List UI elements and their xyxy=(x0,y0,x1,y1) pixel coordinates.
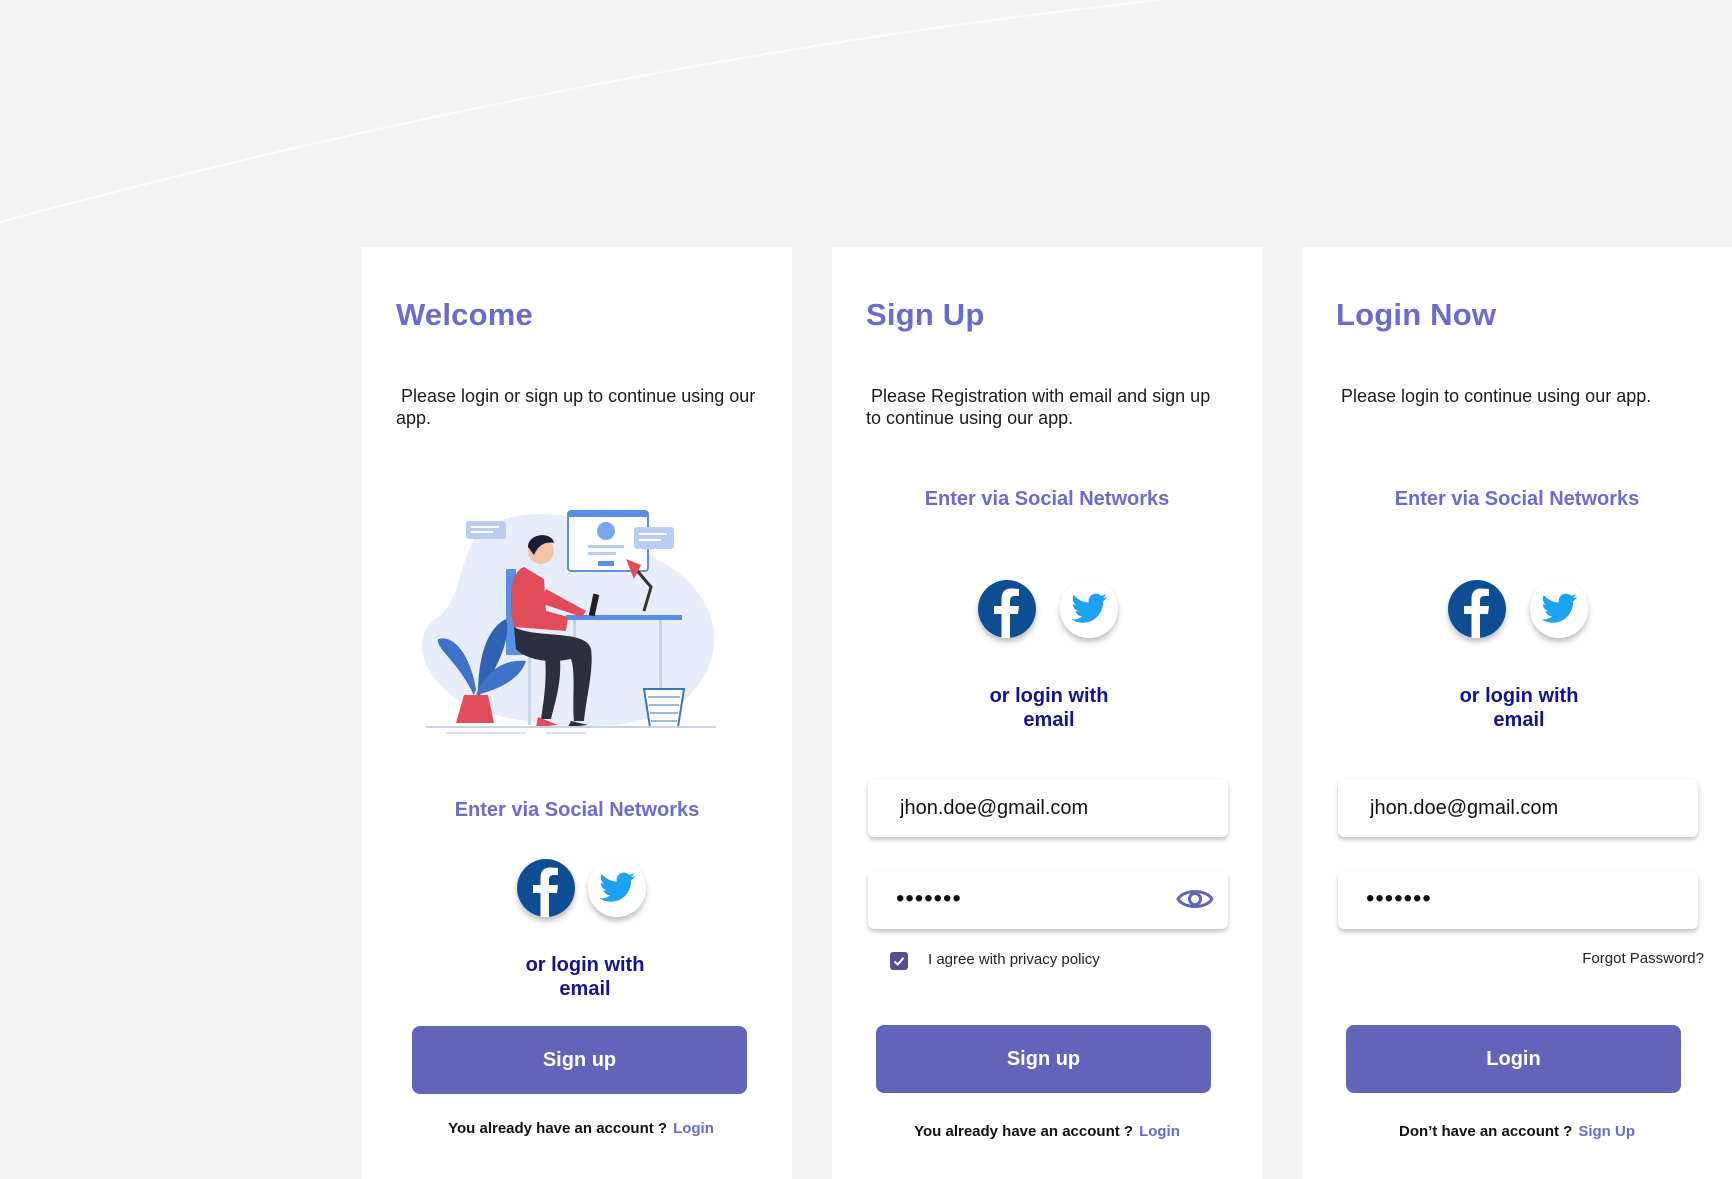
login-link[interactable]: Login xyxy=(1139,1123,1180,1140)
twitter-login-button[interactable] xyxy=(1060,580,1118,638)
eye-icon[interactable] xyxy=(1176,883,1214,915)
or-login-with-email: or login with email xyxy=(362,953,792,1001)
facebook-login-button[interactable] xyxy=(978,580,1036,638)
login-screen: Login Now Please login to continue using… xyxy=(1302,247,1732,1179)
page-title: Sign Up xyxy=(866,297,985,332)
or-login-with-email: or login with email xyxy=(1302,684,1732,732)
facebook-icon xyxy=(1448,580,1506,638)
privacy-checkbox[interactable] xyxy=(890,952,908,970)
background-decoration xyxy=(0,0,1161,223)
email-field[interactable] xyxy=(1338,779,1698,837)
forgot-password-link[interactable]: Forgot Password? xyxy=(1582,950,1704,967)
subtitle: Please Registration with email and sign … xyxy=(866,386,1216,428)
twitter-login-button[interactable] xyxy=(588,859,646,917)
welcome-screen: Welcome Please login or sign up to conti… xyxy=(362,247,792,1179)
footer-text: You already have an account ? xyxy=(914,1123,1134,1140)
footer-prompt: You already have an account ? Login xyxy=(832,1123,1262,1140)
twitter-login-button[interactable] xyxy=(1530,580,1588,638)
login-button[interactable]: Login xyxy=(1346,1025,1681,1093)
signup-link[interactable]: Sign Up xyxy=(1578,1123,1635,1140)
footer-text: Don’t have an account ? xyxy=(1398,1123,1573,1140)
footer-prompt: You already have an account ? Login xyxy=(362,1120,792,1137)
email-input[interactable] xyxy=(1370,779,1640,837)
social-login-row xyxy=(362,859,792,925)
facebook-login-button[interactable] xyxy=(517,859,575,917)
page-title: Login Now xyxy=(1336,297,1497,332)
login-link[interactable]: Login xyxy=(673,1120,714,1137)
password-input[interactable]: ••••••• xyxy=(896,885,962,913)
twitter-icon xyxy=(1060,580,1118,638)
signup-button[interactable]: Sign up xyxy=(876,1025,1211,1093)
signup-screen: Sign Up Please Registration with email a… xyxy=(832,247,1262,1179)
subtitle: Please login to continue using our app. xyxy=(1336,386,1652,406)
email-field[interactable] xyxy=(868,779,1228,837)
password-field[interactable]: ••••••• xyxy=(868,871,1228,929)
or-login-text: or login with email xyxy=(1459,685,1579,731)
email-input[interactable] xyxy=(900,779,1170,837)
or-login-text: or login with email xyxy=(989,685,1109,731)
page-title: Welcome xyxy=(396,297,533,332)
subtitle: Please login or sign up to continue usin… xyxy=(396,386,761,428)
facebook-login-button[interactable] xyxy=(1448,580,1506,638)
facebook-icon xyxy=(517,859,575,917)
password-field[interactable]: ••••••• xyxy=(1338,871,1698,929)
or-login-text: or login with email xyxy=(525,954,645,1000)
footer-text: You already have an account ? xyxy=(448,1120,668,1137)
password-input[interactable]: ••••••• xyxy=(1366,885,1432,913)
social-networks-heading: Enter via Social Networks xyxy=(924,488,1170,510)
checkmark-icon xyxy=(893,957,905,966)
facebook-icon xyxy=(978,580,1036,638)
social-networks-heading: Enter via Social Networks xyxy=(1394,488,1640,510)
social-networks-heading: Enter via Social Networks xyxy=(454,799,700,821)
social-login-row xyxy=(1302,580,1732,646)
twitter-icon xyxy=(1530,580,1588,638)
privacy-label: I agree with privacy policy xyxy=(928,951,1100,968)
or-login-with-email: or login with email xyxy=(832,684,1262,732)
footer-prompt: Don’t have an account ? Sign Up xyxy=(1302,1123,1732,1140)
social-login-row xyxy=(832,580,1262,646)
twitter-icon xyxy=(588,859,646,917)
person-at-desk-illustration xyxy=(421,510,716,734)
signup-button[interactable]: Sign up xyxy=(412,1026,747,1094)
